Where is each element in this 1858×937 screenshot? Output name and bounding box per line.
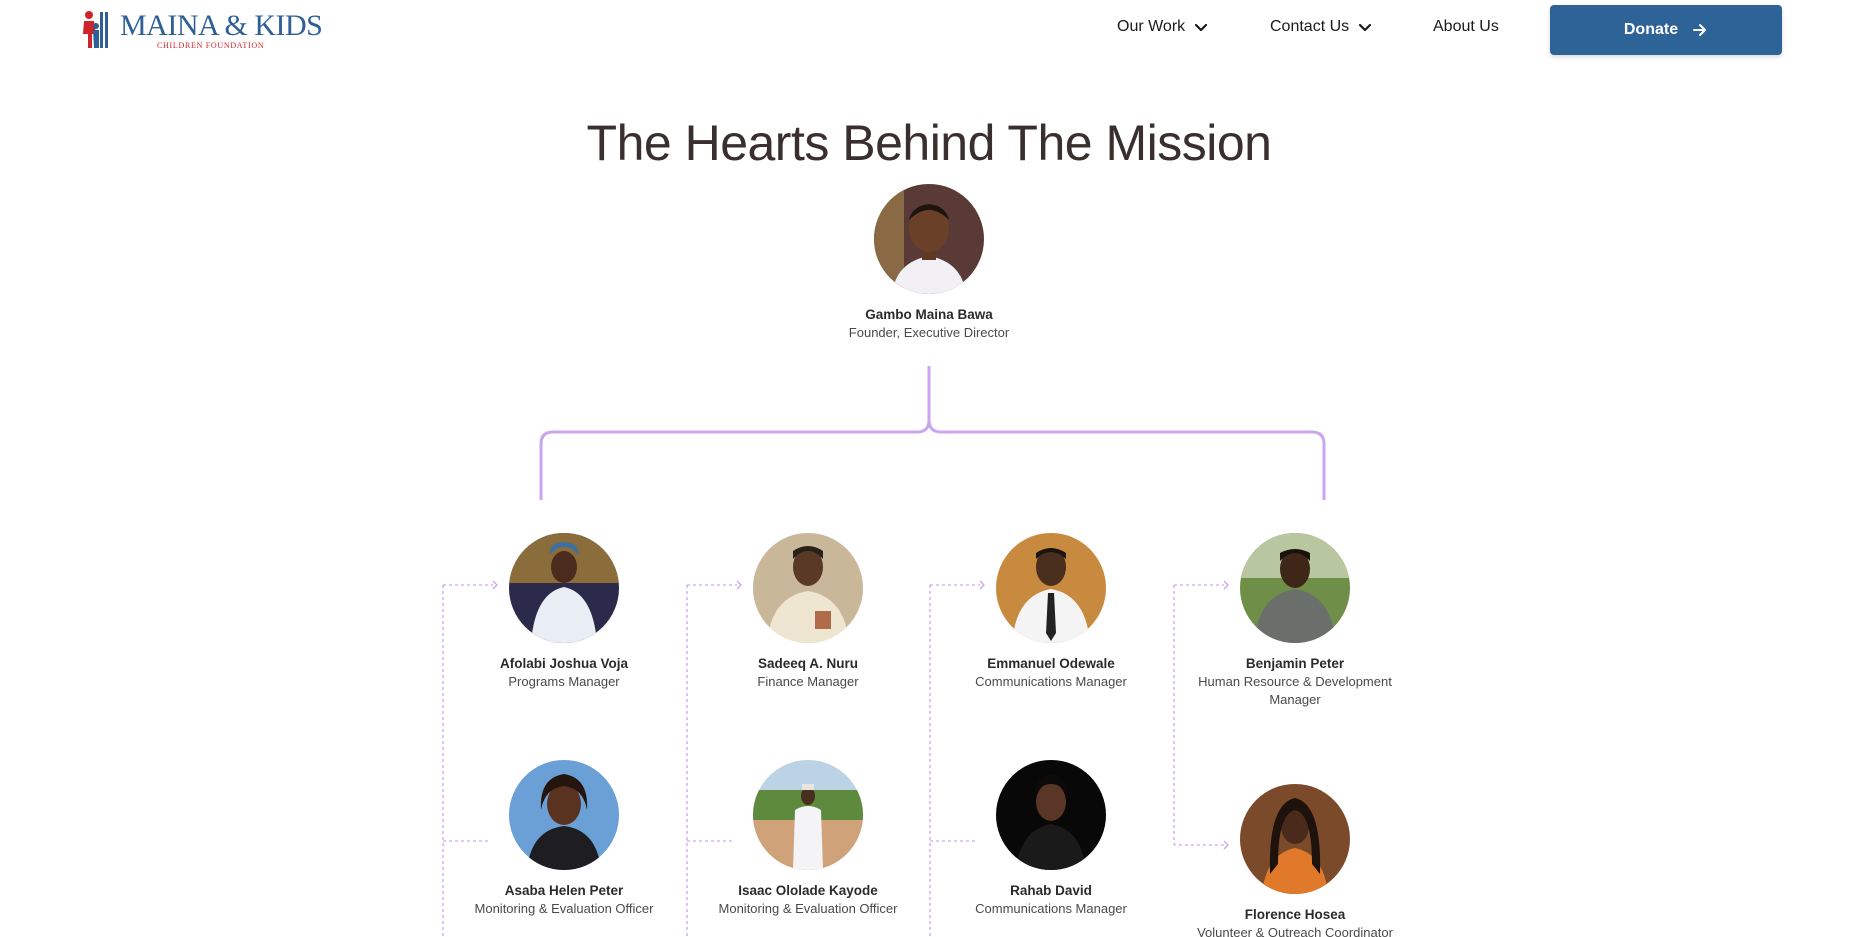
logo-subtitle: CHILDREN FOUNDATION — [157, 41, 265, 50]
team-member-card: Afolabi Joshua Voja Programs Manager — [444, 533, 684, 691]
team-member-card: Florence Hosea Volunteer & Outreach Coor… — [1175, 784, 1415, 937]
team-member-photo — [509, 760, 619, 870]
team-member-role: Programs Manager — [508, 674, 620, 689]
page-title: The Hearts Behind The Mission — [586, 115, 1272, 171]
team-member-photo — [509, 533, 619, 643]
team-member-avatar — [753, 533, 863, 643]
team-member-name: Isaac Ololade Kayode — [738, 883, 878, 898]
team-member-photo — [753, 760, 863, 870]
team-member-name: Florence Hosea — [1244, 907, 1346, 922]
nav-about-us[interactable]: About Us — [1433, 18, 1499, 36]
team-member-name: Asaba Helen Peter — [504, 883, 624, 898]
logo-mark-icon — [83, 11, 108, 48]
nav-contact-us[interactable]: Contact Us — [1270, 18, 1373, 36]
team-member-role: Volunteer & Outreach Coordinator — [1197, 925, 1393, 937]
team-member-name: Rahab David — [1010, 883, 1092, 898]
team-member-photo — [753, 533, 863, 643]
team-member-card: Sadeeq A. Nuru Finance Manager — [688, 533, 928, 691]
nav-contact-us-label: Contact Us — [1270, 18, 1350, 35]
founder-photo — [874, 184, 984, 294]
nav-about-us-label: About Us — [1433, 18, 1499, 35]
founder-role: Founder, Executive Director — [848, 325, 1010, 340]
team-member-card: Benjamin Peter Human Resource & Developm… — [1175, 533, 1415, 709]
team-member-avatar — [1240, 533, 1350, 643]
team-member-avatar — [996, 760, 1106, 870]
chevron-down-icon — [1359, 23, 1372, 32]
team-member-card: Emmanuel Odewale Communications Manager — [931, 533, 1171, 691]
team-member-avatar — [1240, 784, 1350, 894]
connector-founder-right — [927, 419, 1326, 500]
team-member-photo — [996, 533, 1106, 643]
team-member-avatar — [753, 760, 863, 870]
team-member-name: Sadeeq A. Nuru — [757, 656, 859, 671]
team-member-name: Emmanuel Odewale — [987, 656, 1115, 671]
founder-avatar — [874, 184, 984, 294]
nav-our-work-label: Our Work — [1117, 18, 1186, 35]
team-member-role: Communications Manager — [975, 901, 1127, 916]
team-member-card: Isaac Ololade Kayode Monitoring & Evalua… — [688, 760, 928, 918]
donate-label: Donate — [1623, 21, 1679, 38]
team-member-role: Communications Manager — [975, 674, 1127, 689]
team-member-name: Benjamin Peter — [1245, 656, 1345, 671]
team-member-photo — [1240, 533, 1350, 643]
founder-name: Gambo Maina Bawa — [865, 307, 993, 322]
team-member-photo — [996, 760, 1106, 870]
team-member-avatar — [509, 760, 619, 870]
site-logo[interactable]: MAINA & KIDS CHILDREN FOUNDATION — [80, 8, 330, 52]
team-member-avatar — [509, 533, 619, 643]
logo-title: MAINA & KIDS — [120, 9, 323, 42]
team-member-card: Rahab David Communications Manager — [931, 760, 1171, 918]
team-member-role: Monitoring & Evaluation Officer — [474, 901, 654, 916]
nav-our-work[interactable]: Our Work — [1117, 18, 1209, 36]
team-member-role: Monitoring & Evaluation Officer — [718, 901, 898, 916]
team-member-role: Finance Manager — [757, 674, 859, 689]
team-member-role: Human Resource & Development Manager — [1198, 674, 1392, 707]
donate-button[interactable]: Donate — [1550, 5, 1782, 55]
team-member-name: Afolabi Joshua Voja — [499, 656, 629, 671]
arrow-right-icon — [1693, 24, 1707, 36]
site-header: MAINA & KIDS CHILDREN FOUNDATION Our Wor… — [0, 0, 1858, 66]
team-member-avatar — [996, 533, 1106, 643]
connector-founder-trunk — [539, 366, 931, 500]
chevron-down-icon — [1195, 23, 1208, 32]
team-member-card: Asaba Helen Peter Monitoring & Evaluatio… — [444, 760, 684, 918]
founder-card: Gambo Maina Bawa Founder, Executive Dire… — [809, 184, 1049, 342]
team-member-photo — [1240, 784, 1350, 894]
